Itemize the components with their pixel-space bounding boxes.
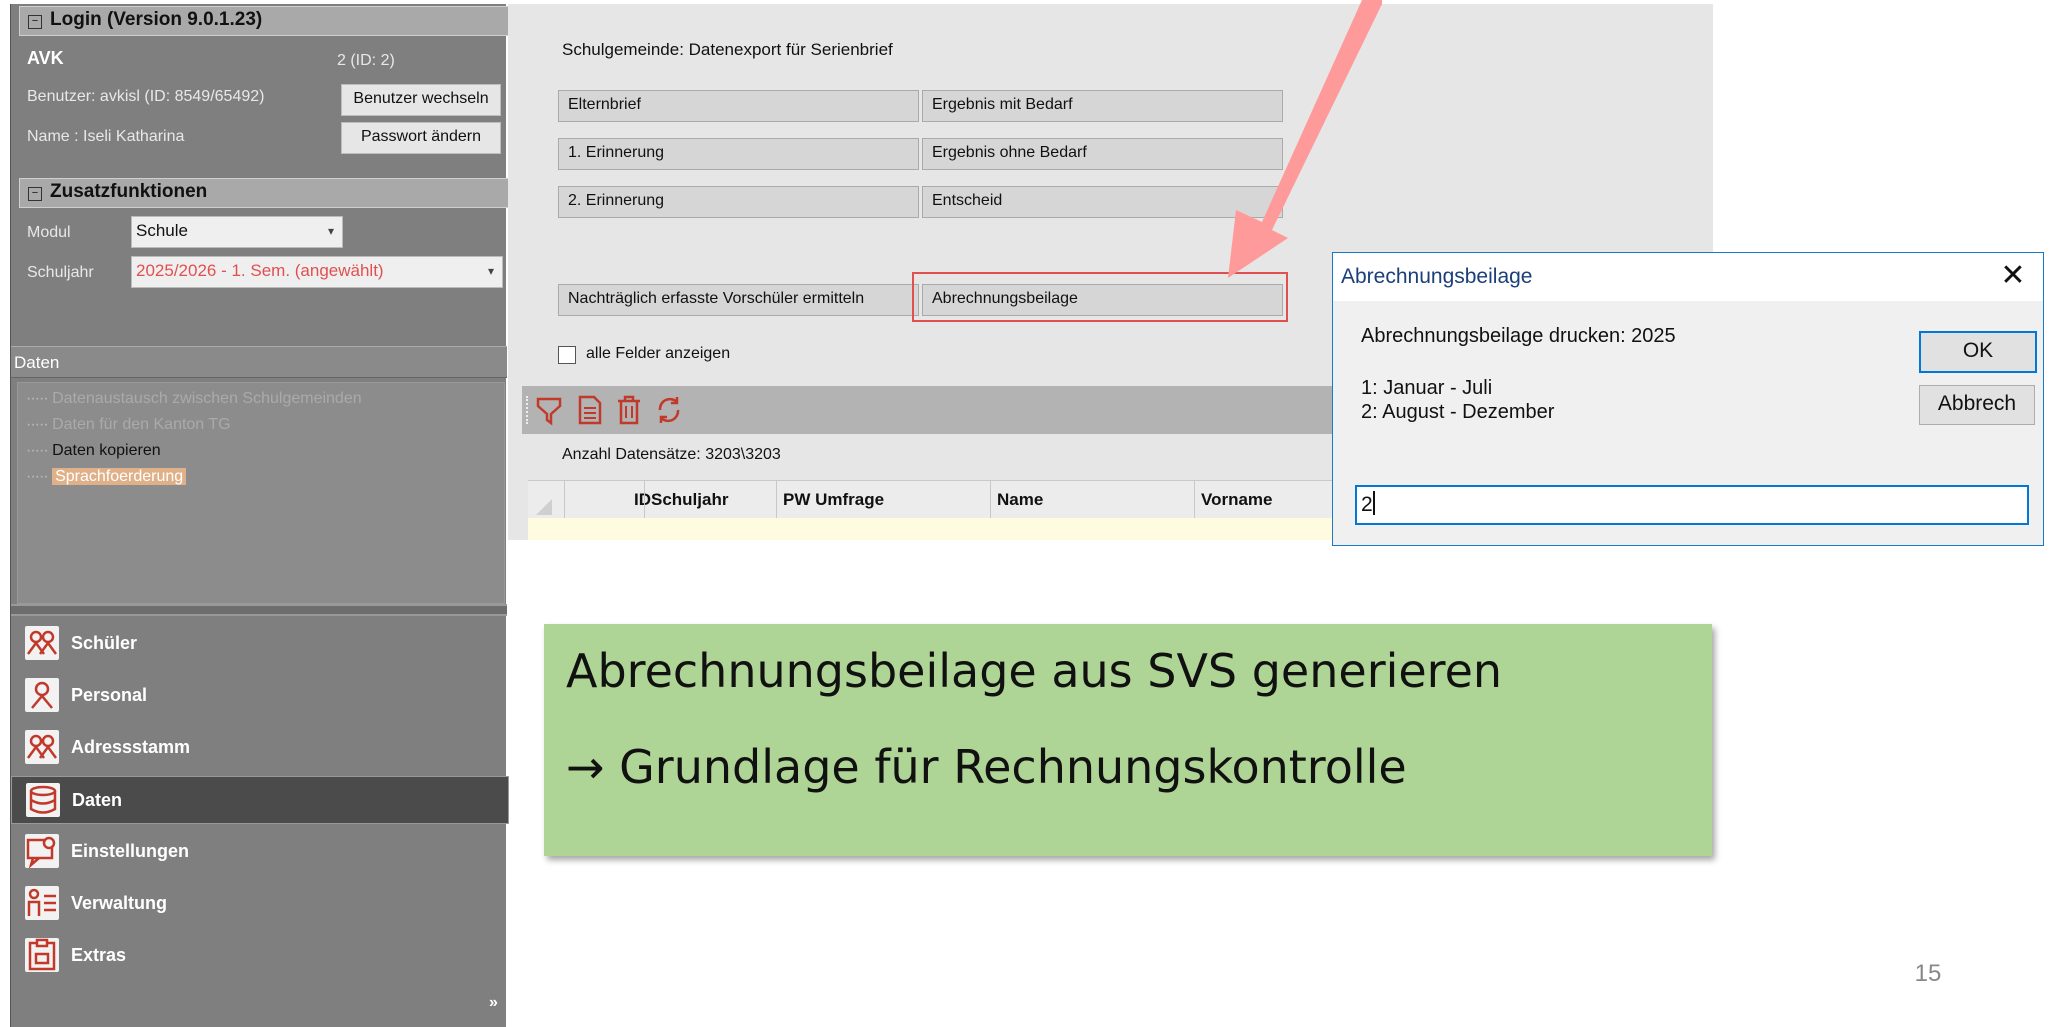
dialog-input[interactable]: 2 xyxy=(1355,485,2029,525)
refresh-icon[interactable] xyxy=(654,394,684,426)
dialog-option-1: 1: Januar - Juli xyxy=(1361,377,1493,399)
schuljahr-select[interactable]: 2025/2026 - 1. Sem. (angewählt) ▾ xyxy=(131,256,503,288)
elternbrief-button[interactable]: Elternbrief xyxy=(558,90,919,122)
login-section-header[interactable]: − Login (Version 9.0.1.23) xyxy=(19,6,515,36)
nav-label: Verwaltung xyxy=(71,893,168,913)
collapse-icon[interactable]: − xyxy=(28,15,42,29)
admin-icon xyxy=(25,886,59,920)
nav-personal[interactable]: Personal xyxy=(11,672,507,718)
col-name[interactable]: Name xyxy=(990,481,1201,519)
students-icon xyxy=(25,626,59,660)
nav-label: Daten xyxy=(72,790,123,810)
nav-label: Schüler xyxy=(71,633,138,653)
close-icon[interactable]: ✕ xyxy=(1997,253,2029,301)
cancel-button[interactable]: Abbrech xyxy=(1919,385,2035,425)
tree-item-kopieren[interactable]: ····· Daten kopieren xyxy=(26,439,161,463)
dialog-title: Abrechnungsbeilage xyxy=(1333,253,2043,301)
user-info: Benutzer: avkisl (ID: 8549/65492) xyxy=(27,88,265,105)
schuljahr-label: Schuljahr xyxy=(27,264,94,281)
alle-felder-label: alle Felder anzeigen xyxy=(586,345,731,362)
chevron-down-icon: ▾ xyxy=(487,264,494,278)
alle-felder-checkbox[interactable] xyxy=(558,346,576,364)
callout-box: Abrechnungsbeilage aus SVS generieren → … xyxy=(544,624,1712,856)
nav-verwaltung[interactable]: Verwaltung xyxy=(11,880,507,926)
daten-tree[interactable]: ····· Datenaustausch zwischen Schulgemei… xyxy=(17,382,505,604)
zusatz-section-header[interactable]: − Zusatzfunktionen xyxy=(19,178,515,208)
login-header-label: Login (Version 9.0.1.23) xyxy=(50,9,263,30)
col-pw-umfrage[interactable]: PW Umfrage xyxy=(776,481,997,519)
toolbar-grip[interactable] xyxy=(526,396,529,424)
nav-extras[interactable]: Extras xyxy=(11,932,507,978)
modul-value: Schule xyxy=(136,221,188,240)
extras-icon xyxy=(25,938,59,972)
record-count: Anzahl Datensätze: 3203\3203 xyxy=(562,446,781,463)
nav-label: Einstellungen xyxy=(71,841,190,861)
callout-line-2: → Grundlage für Rechnungskontrolle xyxy=(566,740,1407,794)
schuljahr-value: 2025/2026 - 1. Sem. (angewählt) xyxy=(136,261,384,280)
org-id: 2 (ID: 2) xyxy=(337,52,395,69)
left-panel: − Login (Version 9.0.1.23) AVK 2 (ID: 2) … xyxy=(10,4,515,1027)
expand-more-icon[interactable]: » xyxy=(489,994,498,1012)
page-title: Schulgemeinde: Datenexport für Serienbri… xyxy=(562,40,893,59)
nav-einstellungen[interactable]: Einstellungen xyxy=(11,828,507,874)
person-icon xyxy=(25,678,59,712)
daten-panel-header: Daten xyxy=(11,346,507,378)
dialog-input-value: 2 xyxy=(1361,493,1373,516)
filter-icon[interactable] xyxy=(534,394,564,426)
chevron-down-icon: ▾ xyxy=(327,224,334,238)
tree-item-label: Daten kopieren xyxy=(52,442,161,459)
erinnerung-2-button[interactable]: 2. Erinnerung xyxy=(558,186,919,218)
change-password-button[interactable]: Passwort ändern xyxy=(341,122,501,154)
collapse-icon[interactable]: − xyxy=(28,187,42,201)
col-schuljahr[interactable]: Schuljahr xyxy=(644,481,783,519)
dialog-prompt: Abrechnungsbeilage drucken: 2025 xyxy=(1361,325,1676,347)
nav-label: Adressstamm xyxy=(71,737,191,757)
nachtraeglich-button[interactable]: Nachträglich erfasste Vorschüler ermitte… xyxy=(558,284,919,316)
settings-icon xyxy=(25,834,59,869)
delete-icon[interactable] xyxy=(614,394,644,426)
abrechnungsbeilage-dialog: Abrechnungsbeilage ✕ Abrechnungsbeilage … xyxy=(1332,252,2044,546)
database-icon xyxy=(26,783,60,817)
ok-button[interactable]: OK xyxy=(1919,331,2037,373)
tree-item-label: Datenaustausch zwischen Schulgemeinden xyxy=(52,390,362,407)
document-icon[interactable] xyxy=(574,394,604,426)
zusatz-header-label: Zusatzfunktionen xyxy=(50,181,208,202)
org-name: AVK xyxy=(27,48,64,68)
switch-user-button[interactable]: Benutzer wechseln xyxy=(341,84,501,116)
nav-label: Personal xyxy=(71,685,148,705)
erinnerung-1-button[interactable]: 1. Erinnerung xyxy=(558,138,919,170)
nav-adressstamm[interactable]: Adressstamm xyxy=(11,724,507,770)
modul-select[interactable]: Schule ▾ xyxy=(131,216,343,248)
nav-schueler[interactable]: Schüler xyxy=(11,620,507,666)
tree-item-label: Sprachfoerderung xyxy=(52,468,187,485)
user-name: Name : Iseli Katharina xyxy=(27,128,185,145)
page-number: 15 xyxy=(1914,960,1942,987)
addressbook-icon xyxy=(25,730,59,764)
splitter[interactable] xyxy=(11,604,507,616)
text-cursor xyxy=(1372,491,1375,515)
nav-daten[interactable]: Daten xyxy=(11,776,509,824)
tree-item-label: Daten für den Kanton TG xyxy=(52,416,231,433)
tree-item-datenaustausch[interactable]: ····· Datenaustausch zwischen Schulgemei… xyxy=(26,387,362,411)
callout-line-1: Abrechnungsbeilage aus SVS generieren xyxy=(566,644,1503,698)
dialog-option-2: 2: August - Dezember xyxy=(1361,401,1555,423)
tree-item-kanton[interactable]: ····· Daten für den Kanton TG xyxy=(26,413,231,437)
pointer-arrow xyxy=(1228,0,1382,278)
nav-label: Extras xyxy=(71,945,127,965)
modul-label: Modul xyxy=(27,224,71,241)
tree-item-sprachfoerderung[interactable]: ····· Sprachfoerderung xyxy=(26,465,187,489)
